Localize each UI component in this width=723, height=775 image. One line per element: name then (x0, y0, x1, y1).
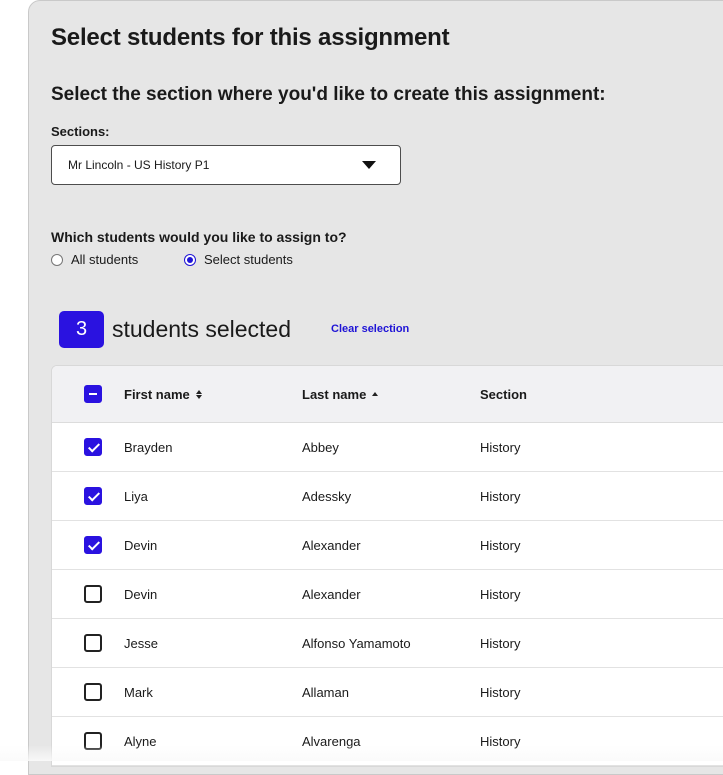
cell-first-name: Devin (124, 537, 158, 553)
cell-last-name: Alfonso Yamamoto (302, 635, 411, 651)
row-check-cell (52, 634, 124, 652)
row-checkbox[interactable] (84, 683, 102, 701)
column-header-section: Section (480, 386, 527, 402)
column-header-first-name-label: First name (124, 386, 190, 402)
cell-first-name: Mark (124, 684, 153, 700)
table-row[interactable]: Mark Allaman History (52, 668, 723, 717)
radio-select-students-label: Select students (204, 252, 293, 267)
cell-section: History (480, 635, 521, 651)
table-row[interactable]: Liya Adessky History (52, 472, 723, 521)
cell-last-name: Allaman (302, 684, 349, 700)
selected-count-text: students selected (112, 316, 292, 342)
table-row[interactable]: Jesse Alfonso Yamamoto History (52, 619, 723, 668)
column-header-last-name-label: Last name (302, 386, 367, 402)
assign-question: Which students would you like to assign … (51, 229, 347, 245)
sections-dropdown[interactable]: Mr Lincoln - US History P1 (51, 145, 401, 185)
row-checkbox[interactable] (84, 585, 102, 603)
sections-label: Sections: (51, 124, 110, 139)
clear-selection-link[interactable]: Clear selection (331, 323, 409, 335)
students-table: First name Last name Section Brayden Abbe… (51, 365, 723, 767)
sort-both-icon (195, 389, 202, 399)
row-checkbox[interactable] (84, 438, 102, 456)
cell-last-name: Adessky (302, 488, 352, 504)
cell-first-name: Devin (124, 586, 158, 602)
cell-last-name: Alexander (302, 537, 361, 553)
bottom-fade (0, 745, 723, 761)
table-row[interactable]: Brayden Abbey History (52, 423, 723, 472)
cell-last-name: Alexander (302, 586, 361, 602)
cell-last-name: Abbey (302, 439, 339, 455)
column-header-first-name[interactable]: First name (124, 387, 302, 402)
sort-ascending-icon (372, 392, 379, 396)
dialog-title: Select students for this assignment (51, 24, 450, 51)
radio-all-students[interactable]: All students (51, 252, 138, 267)
cell-section: History (480, 488, 521, 504)
row-check-cell (52, 487, 124, 505)
table-row[interactable]: Devin Alexander History (52, 521, 723, 570)
radio-all-students-control[interactable] (51, 253, 63, 266)
column-header-last-name[interactable]: Last name (302, 387, 480, 402)
row-check-cell (52, 683, 124, 701)
select-all-checkbox[interactable] (84, 385, 102, 403)
row-check-cell (52, 585, 124, 603)
row-checkbox[interactable] (84, 536, 102, 554)
row-check-cell (52, 536, 124, 554)
sections-dropdown-value: Mr Lincoln - US History P1 (68, 158, 210, 172)
radio-select-students[interactable]: Select students (184, 252, 293, 267)
cell-first-name: Jesse (124, 635, 158, 651)
radio-all-students-label: All students (71, 252, 139, 267)
chevron-down-icon (362, 161, 376, 169)
section-prompt: Select the section where you'd like to c… (51, 84, 606, 105)
cell-first-name: Brayden (124, 439, 173, 455)
cell-section: History (480, 537, 521, 553)
cell-first-name: Liya (124, 488, 148, 504)
cell-section: History (480, 586, 521, 602)
row-check-cell (52, 438, 124, 456)
table-body: Brayden Abbey History Liya Adessky History Dev… (52, 423, 723, 766)
row-checkbox[interactable] (84, 634, 102, 652)
header-check-cell (52, 385, 124, 403)
row-checkbox[interactable] (84, 487, 102, 505)
table-row[interactable]: Devin Alexander History (52, 570, 723, 619)
table-header: First name Last name Section (52, 366, 723, 423)
cell-section: History (480, 684, 521, 700)
selected-count-badge: 3 (59, 311, 104, 348)
cell-section: History (480, 439, 521, 455)
radio-select-students-control[interactable] (184, 253, 196, 266)
